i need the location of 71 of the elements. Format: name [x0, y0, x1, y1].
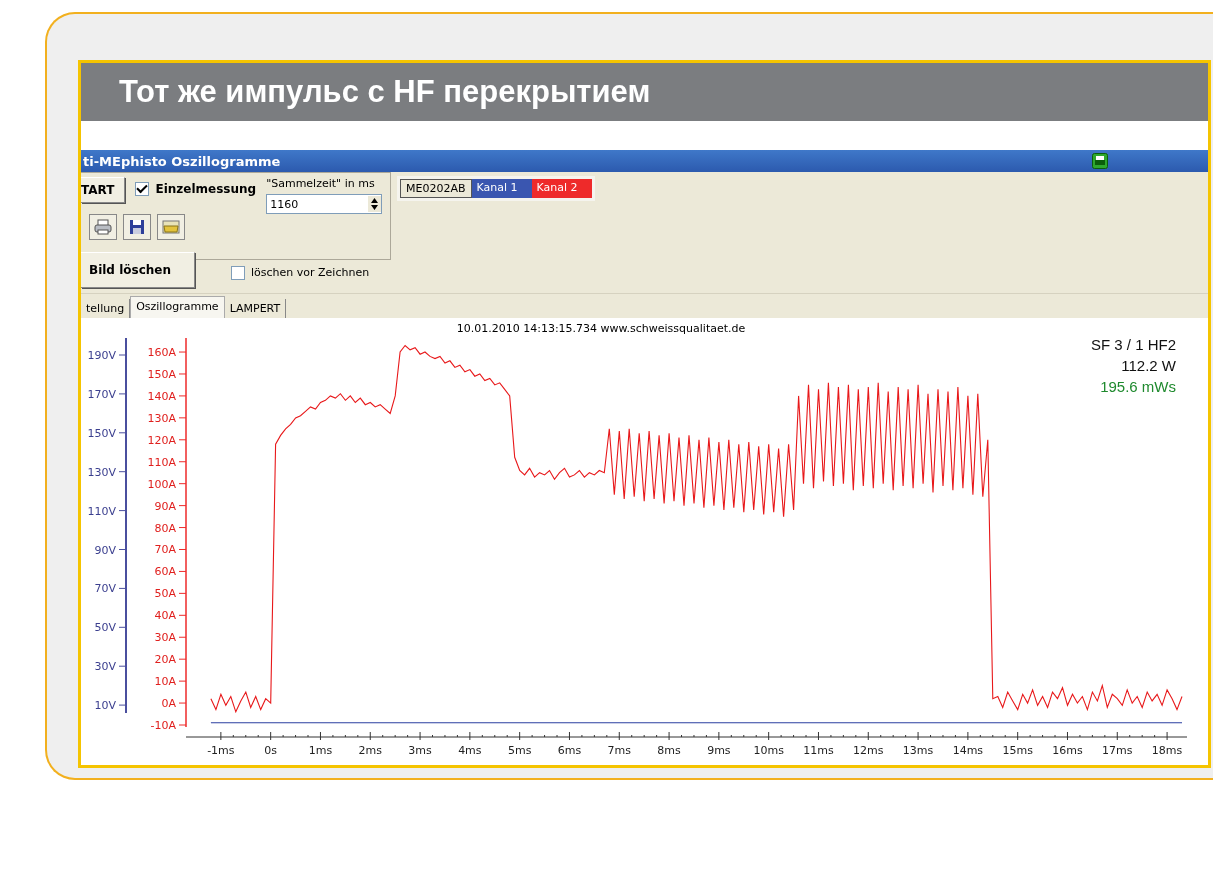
- voltage-tick-label: 170V: [87, 387, 116, 401]
- voltage-tick-label: 130V: [87, 465, 116, 479]
- time-tick-label: 17ms: [1102, 744, 1133, 757]
- current-tick-label: 70A: [154, 543, 176, 557]
- checkbox[interactable]: [135, 182, 150, 196]
- checkbox-label: Einzelmessung: [155, 182, 257, 196]
- tab[interactable]: Oszillogramme: [130, 296, 225, 318]
- plot-header: 10.01.2010 14:13:15.734 www.schweissqualitaet.de: [456, 322, 746, 335]
- current-tick-label: -10A: [150, 719, 176, 732]
- current-tick-label: 160A: [147, 346, 176, 360]
- current-tick-label: 120A: [147, 433, 176, 447]
- time-tick-label: 9ms: [707, 744, 731, 757]
- time-tick-label: 5ms: [507, 744, 532, 757]
- current-tick-label: 20A: [154, 653, 176, 667]
- clear-image-button[interactable]: Bild löschen: [81, 252, 195, 288]
- voltage-tick-label: 50V: [94, 621, 116, 635]
- time-tick-label: 14ms: [952, 744, 984, 757]
- current-tick-label: 110A: [147, 455, 176, 469]
- collect-time-label: "Sammelzeit" in ms: [266, 177, 376, 190]
- voltage-tick-label: 150V: [87, 426, 116, 440]
- time-tick-label: -1ms: [207, 744, 235, 757]
- measurement-value: 112.2 W: [1121, 357, 1176, 374]
- channel-tab[interactable]: ME0202AB: [400, 179, 472, 198]
- floppy-disk-button[interactable]: [123, 214, 151, 240]
- voltage-tick-label: 90V: [94, 543, 116, 557]
- start-button[interactable]: TART: [81, 177, 126, 203]
- current-tick-label: 140A: [147, 389, 176, 403]
- current-tick-label: 30A: [154, 631, 176, 645]
- current-tick-label: 40A: [154, 609, 176, 623]
- measurement-value: SF 3 / 1 HF2: [1090, 336, 1176, 353]
- channel-tab[interactable]: Kanal 1: [471, 179, 532, 198]
- slide-title: Тот же импульс с HF перекрытием: [119, 74, 651, 110]
- checkbox-label: löschen vor Zeichnen: [251, 266, 370, 279]
- folder-icon: [162, 219, 180, 235]
- time-tick-label: 1ms: [308, 744, 333, 757]
- time-tick-label: 16ms: [1052, 744, 1083, 757]
- spinner-arrows-icon[interactable]: [368, 196, 382, 212]
- time-tick-label: 12ms: [853, 744, 884, 757]
- current-tick-label: 100A: [147, 477, 176, 491]
- checkbox[interactable]: [231, 265, 245, 280]
- current-tick-label: 10A: [154, 675, 176, 689]
- channel-tab[interactable]: Kanal 2: [531, 179, 592, 198]
- time-tick-label: 18ms: [1151, 744, 1183, 757]
- voltage-tick-label: 30V: [94, 660, 116, 674]
- time-tick-label: 2ms: [358, 744, 382, 757]
- voltage-tick-label: 70V: [94, 582, 116, 596]
- measurement-value: 195.6 mWs: [1100, 378, 1176, 395]
- time-tick-label: 0s: [264, 744, 278, 757]
- printer-button[interactable]: [89, 214, 117, 240]
- current-tick-label: 60A: [154, 565, 176, 579]
- time-tick-label: 11ms: [803, 744, 834, 757]
- time-tick-label: 13ms: [902, 744, 934, 757]
- current-tick-label: 150A: [147, 368, 176, 381]
- time-tick-label: 3ms: [408, 744, 432, 757]
- time-tick-label: 4ms: [458, 744, 482, 757]
- current-tick-label: 90A: [154, 499, 176, 513]
- voltage-tick-label: 10V: [94, 699, 116, 713]
- window-title: ti-MEphisto Oszillogramme: [83, 153, 281, 169]
- time-tick-label: 10ms: [753, 744, 784, 757]
- current-tick-label: 130A: [147, 411, 176, 425]
- voltage-tick-label: 110V: [87, 504, 116, 518]
- spinner-field[interactable]: 1160: [266, 194, 383, 214]
- voltage-tick-label: 190V: [87, 349, 116, 362]
- time-tick-label: 6ms: [557, 744, 582, 757]
- time-tick-label: 8ms: [657, 744, 681, 757]
- current-tick-label: 80A: [154, 521, 176, 535]
- folder-button[interactable]: [157, 214, 185, 240]
- current-tick-label: 50A: [154, 587, 176, 601]
- current-tick-label: 0A: [161, 697, 176, 711]
- time-tick-label: 7ms: [607, 744, 631, 757]
- time-tick-label: 15ms: [1002, 744, 1033, 757]
